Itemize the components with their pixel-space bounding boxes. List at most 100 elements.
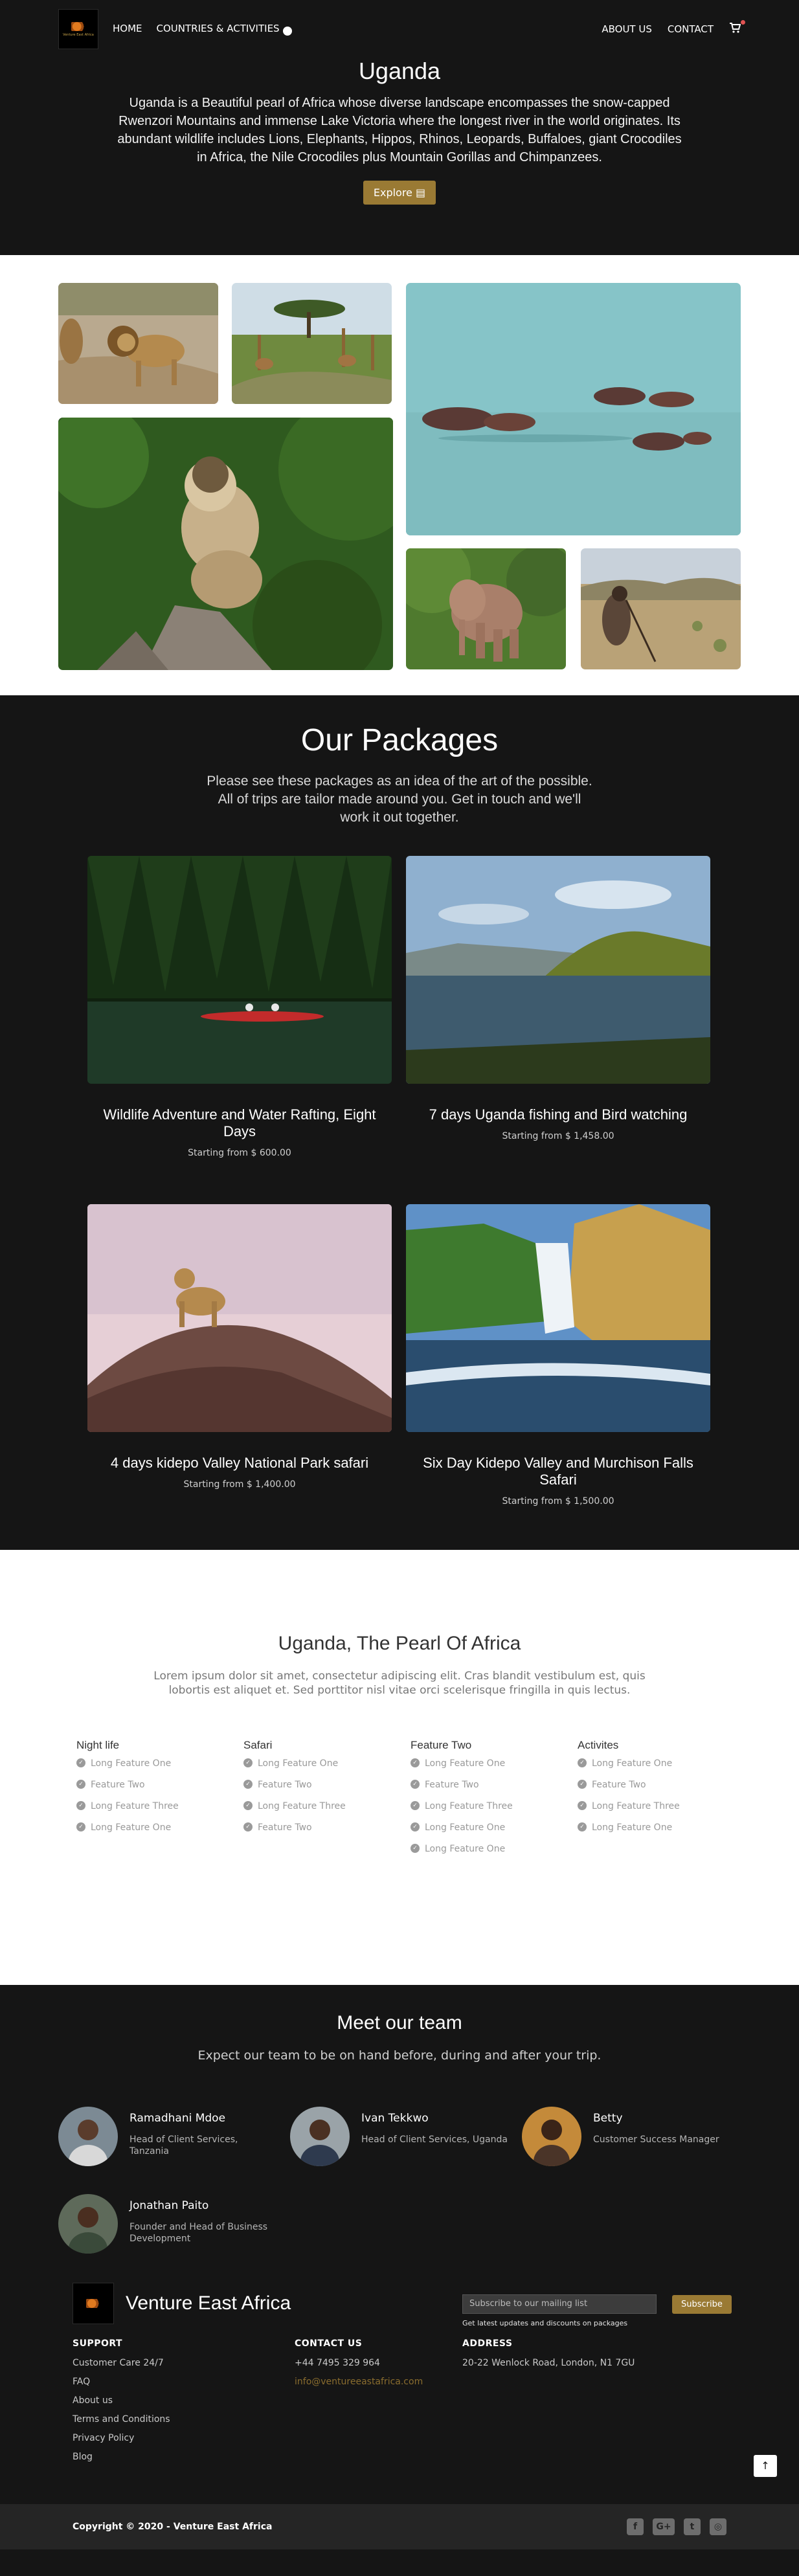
- check-icon: ✓: [411, 1844, 420, 1853]
- gallery-photo-lions[interactable]: [58, 283, 218, 404]
- feature-column: Safari ✓ Long Feature One ✓ Feature Two ✓ L…: [243, 1739, 411, 1865]
- nav-contact-link[interactable]: CONTACT: [668, 23, 714, 35]
- feature-item: ✓ Feature Two: [578, 1780, 745, 1801]
- subscribe-note: Get latest updates and discounts on pack…: [462, 2319, 628, 2327]
- explore-button[interactable]: Explore ▤: [363, 181, 436, 205]
- nav-home-link[interactable]: HOME: [113, 23, 142, 36]
- feature-item: ✓ Long Feature Three: [76, 1801, 243, 1822]
- nav-about-link[interactable]: ABOUT US: [602, 23, 652, 35]
- package-title: 4 days kidepo Valley National Park safar…: [110, 1455, 369, 1471]
- site-footer: Venture East Africa Subscribe to our mai…: [0, 2283, 799, 2504]
- package-price: Starting from $ 1,400.00: [183, 1479, 296, 1490]
- check-icon: ✓: [411, 1780, 420, 1789]
- check-icon: ✓: [411, 1758, 420, 1767]
- feature-column: Night life ✓ Long Feature One ✓ Feature Tw…: [76, 1739, 243, 1865]
- feature-column-heading: Activites: [578, 1739, 619, 1751]
- footer-contact-column: CONTACT US +44 7495 329 964 info@venture…: [295, 2338, 423, 2395]
- photo-gallery: [0, 255, 799, 695]
- avatar: [522, 2107, 581, 2166]
- hero-title: Uganda: [358, 58, 441, 84]
- nav-countries-dropdown[interactable]: COUNTRIES & ACTIVITIES ▼: [157, 23, 292, 36]
- package-card[interactable]: 7 days Uganda fishing and Bird watching …: [406, 856, 710, 1141]
- footer-address-column: ADDRESS 20-22 Wenlock Road, London, N1 7…: [462, 2338, 635, 2377]
- footer-link[interactable]: Privacy Policy: [73, 2433, 170, 2452]
- chevron-down-icon: ▼: [282, 27, 292, 36]
- footer-link[interactable]: About us: [73, 2395, 170, 2414]
- team-member: Ivan Tekkwo Head of Client Services, Uga…: [290, 2107, 510, 2166]
- facebook-icon[interactable]: f: [627, 2518, 644, 2535]
- feature-item: ✓ Feature Two: [243, 1780, 411, 1801]
- check-icon: ✓: [76, 1758, 85, 1767]
- feature-item: ✓ Long Feature Three: [243, 1801, 411, 1822]
- feature-item: ✓ Long Feature Three: [411, 1801, 578, 1822]
- package-price: Starting from $ 1,458.00: [502, 1131, 614, 1141]
- feature-item: ✓ Long Feature One: [76, 1758, 243, 1780]
- google-plus-icon[interactable]: G+: [653, 2518, 675, 2535]
- gallery-photo-giraffes[interactable]: [232, 283, 392, 404]
- team-member: Jonathan Paito Founder and Head of Busin…: [58, 2194, 278, 2254]
- team-member: Betty Customer Success Manager: [522, 2107, 742, 2166]
- avatar: [290, 2107, 350, 2166]
- gallery-photo-elephant[interactable]: [406, 548, 566, 669]
- copyright-bar: Copyright © 2020 - Venture East Africa f…: [0, 2504, 799, 2549]
- package-title: Six Day Kidepo Valley and Murchison Fall…: [423, 1455, 693, 1488]
- package-price: Starting from $ 1,500.00: [502, 1496, 614, 1506]
- feature-item: ✓ Long Feature Three: [578, 1801, 745, 1822]
- footer-support-column: SUPPORT Customer Care 24/7 FAQ About us …: [73, 2338, 170, 2470]
- feature-item: ✓ Long Feature One: [76, 1822, 243, 1844]
- package-title: Wildlife Adventure and Water Rafting, Ei…: [103, 1106, 376, 1139]
- check-icon: ✓: [578, 1822, 587, 1831]
- package-card[interactable]: Wildlife Adventure and Water Rafting, Ei…: [87, 856, 392, 1158]
- package-price: Starting from $ 600.00: [188, 1148, 291, 1158]
- package-card[interactable]: 4 days kidepo Valley National Park safar…: [87, 1204, 392, 1490]
- feature-item: ✓ Feature Two: [411, 1780, 578, 1801]
- arrow-up-icon: ↑: [761, 2459, 770, 2472]
- footer-link[interactable]: Customer Care 24/7: [73, 2358, 170, 2377]
- package-title: 7 days Uganda fishing and Bird watching: [429, 1106, 688, 1123]
- check-icon: ✓: [76, 1780, 85, 1789]
- check-icon: ✓: [411, 1822, 420, 1831]
- explore-button-label: Explore: [373, 186, 412, 199]
- package-card[interactable]: Six Day Kidepo Valley and Murchison Fall…: [406, 1204, 710, 1506]
- footer-link[interactable]: Blog: [73, 2452, 170, 2470]
- footer-link[interactable]: FAQ: [73, 2377, 170, 2395]
- cart-icon[interactable]: [729, 19, 745, 36]
- feature-item: ✓ Long Feature One: [243, 1758, 411, 1780]
- gallery-photo-hunter[interactable]: [581, 548, 741, 669]
- gallery-photo-hippos[interactable]: [406, 283, 741, 535]
- site-logo[interactable]: Venture East Africa: [58, 9, 98, 49]
- avatar: [58, 2107, 118, 2166]
- check-icon: ✓: [578, 1780, 587, 1789]
- footer-phone: +44 7495 329 964: [295, 2358, 380, 2368]
- hero-description: Uganda is a Beautiful pearl of Africa wh…: [117, 96, 682, 164]
- subscribe-button[interactable]: Subscribe: [672, 2294, 732, 2314]
- feature-item: ✓ Long Feature One: [578, 1822, 745, 1844]
- gallery-photo-monkey[interactable]: [58, 418, 393, 670]
- check-icon: ✓: [578, 1801, 587, 1810]
- back-to-top-button[interactable]: ↑: [754, 2455, 777, 2477]
- check-icon: ✓: [76, 1822, 85, 1831]
- nav-countries-label: COUNTRIES & ACTIVITIES: [156, 23, 280, 34]
- footer-logo[interactable]: Venture East Africa: [73, 2283, 291, 2324]
- logo-sun-icon: [86, 2299, 100, 2308]
- check-icon: ✓: [243, 1822, 253, 1831]
- footer-email-link[interactable]: info@ventureeastafrica.com: [295, 2377, 423, 2395]
- package-image-rafting: [87, 856, 392, 1084]
- feature-item: ✓ Feature Two: [76, 1780, 243, 1801]
- member-name: Jonathan Paito: [129, 2199, 209, 2212]
- subscribe-input[interactable]: Subscribe to our mailing list: [462, 2294, 657, 2314]
- feature-column-heading: Safari: [243, 1739, 273, 1751]
- footer-link[interactable]: Terms and Conditions: [73, 2414, 170, 2433]
- member-name: Betty: [593, 2112, 623, 2125]
- packages-title: Our Packages: [300, 723, 499, 757]
- feature-column: Activites ✓ Long Feature One ✓ Feature Two…: [578, 1739, 745, 1865]
- member-name: Ivan Tekkwo: [361, 2112, 429, 2125]
- package-image-lake: [406, 856, 710, 1084]
- instagram-icon[interactable]: ◎: [710, 2518, 726, 2535]
- footer-heading: ADDRESS: [462, 2338, 513, 2349]
- twitter-icon[interactable]: t: [684, 2518, 701, 2535]
- pearl-title: Uganda, The Pearl Of Africa: [278, 1633, 521, 1654]
- hero-section: Uganda Uganda is a Beautiful pearl of Af…: [0, 58, 799, 255]
- footer-heading: CONTACT US: [295, 2338, 363, 2349]
- pearl-lead: Lorem ipsum dolor sit amet, consectetur …: [153, 1670, 646, 1697]
